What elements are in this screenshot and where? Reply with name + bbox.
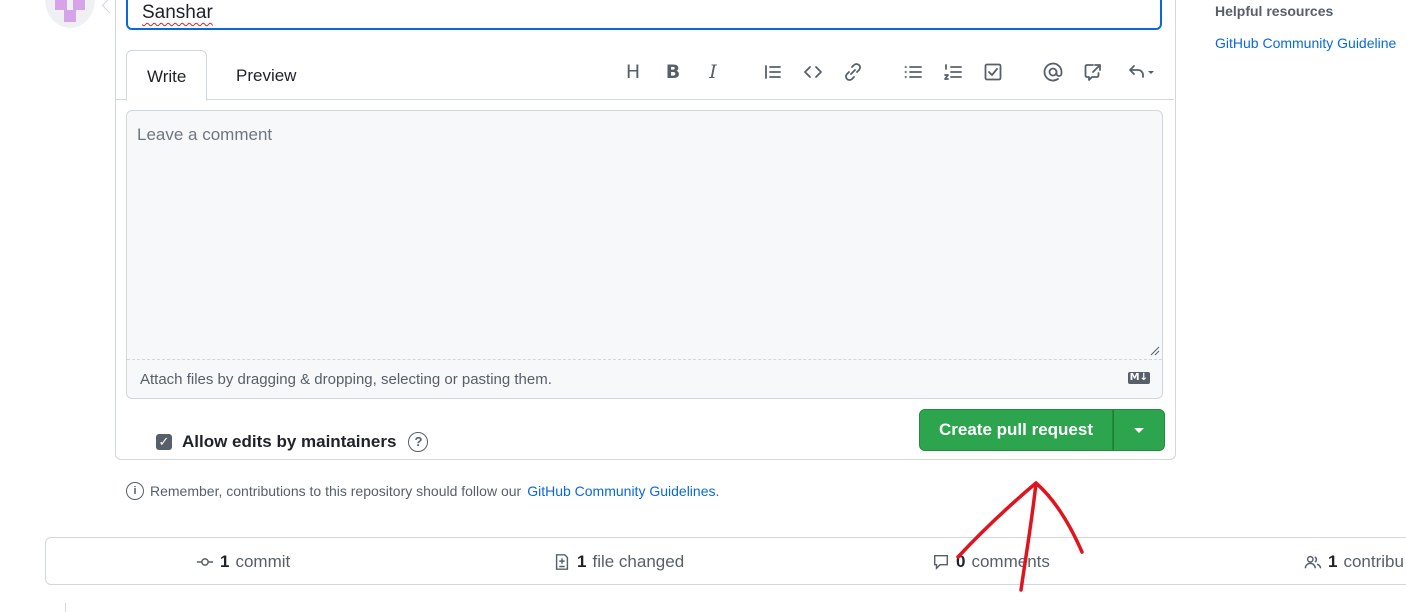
contribution-reminder: i Remember, contributions to this reposi…: [126, 482, 719, 500]
allow-edits-row: ✓ Allow edits by maintainers ?: [156, 432, 429, 452]
task-list-icon[interactable]: [979, 58, 1007, 86]
comment-placeholder: Leave a comment: [137, 125, 273, 144]
attach-files-text: Attach files by dragging & dropping, sel…: [140, 371, 552, 388]
title-input[interactable]: Sanshar: [126, 0, 1162, 30]
markdown-icon[interactable]: M↓: [1127, 372, 1150, 384]
bold-icon[interactable]: B: [659, 58, 687, 86]
allow-edits-checkbox[interactable]: ✓: [156, 434, 172, 450]
create-pull-request-group: Create pull request: [919, 409, 1165, 451]
italic-icon[interactable]: I: [699, 58, 727, 86]
allow-edits-label[interactable]: Allow edits by maintainers: [182, 432, 396, 452]
comment-icon: [933, 554, 949, 571]
attach-files-area[interactable]: Attach files by dragging & dropping, sel…: [127, 359, 1162, 398]
stat-commits[interactable]: 1 commit: [196, 552, 290, 572]
reminder-text: Remember, contributions to this reposito…: [150, 483, 522, 499]
help-icon[interactable]: ?: [408, 432, 429, 452]
tab-write[interactable]: Write: [126, 50, 208, 101]
tab-preview[interactable]: Preview: [216, 50, 316, 98]
avatar: [45, 0, 95, 28]
commit-icon: [196, 558, 214, 566]
chevron-down-icon: [1134, 427, 1144, 433]
timeline-line: [65, 603, 66, 612]
code-icon[interactable]: [799, 58, 827, 86]
resize-handle-icon[interactable]: [1150, 346, 1160, 356]
sidebar-guidelines-link[interactable]: GitHub Community Guideline: [1215, 35, 1396, 51]
stat-comments[interactable]: 0 comments: [932, 552, 1050, 572]
stat-files-changed[interactable]: 1 file changed: [553, 552, 684, 572]
sidebar-heading: Helpful resources: [1215, 3, 1334, 19]
link-icon[interactable]: [839, 58, 867, 86]
quote-icon[interactable]: [759, 58, 787, 86]
mention-icon[interactable]: [1039, 58, 1067, 86]
comment-textarea[interactable]: Leave a comment Attach files by dragging…: [126, 110, 1163, 399]
saved-reply-icon[interactable]: [1121, 58, 1161, 86]
info-icon: i: [126, 482, 144, 500]
ordered-list-icon[interactable]: [939, 58, 967, 86]
create-options-dropdown[interactable]: [1113, 409, 1165, 451]
people-icon: [1304, 555, 1322, 569]
unordered-list-icon[interactable]: [899, 58, 927, 86]
community-guidelines-link[interactable]: GitHub Community Guidelines: [527, 483, 715, 499]
create-pull-request-button[interactable]: Create pull request: [919, 409, 1113, 451]
heading-icon[interactable]: H: [619, 58, 647, 86]
pull-request-stats: 1 commit 1 file changed 0 comments 1 contrib…: [45, 537, 1406, 585]
cross-reference-icon[interactable]: [1079, 58, 1107, 86]
stat-contributors[interactable]: 1 contribu: [1304, 552, 1404, 572]
file-diff-icon: [555, 554, 569, 570]
